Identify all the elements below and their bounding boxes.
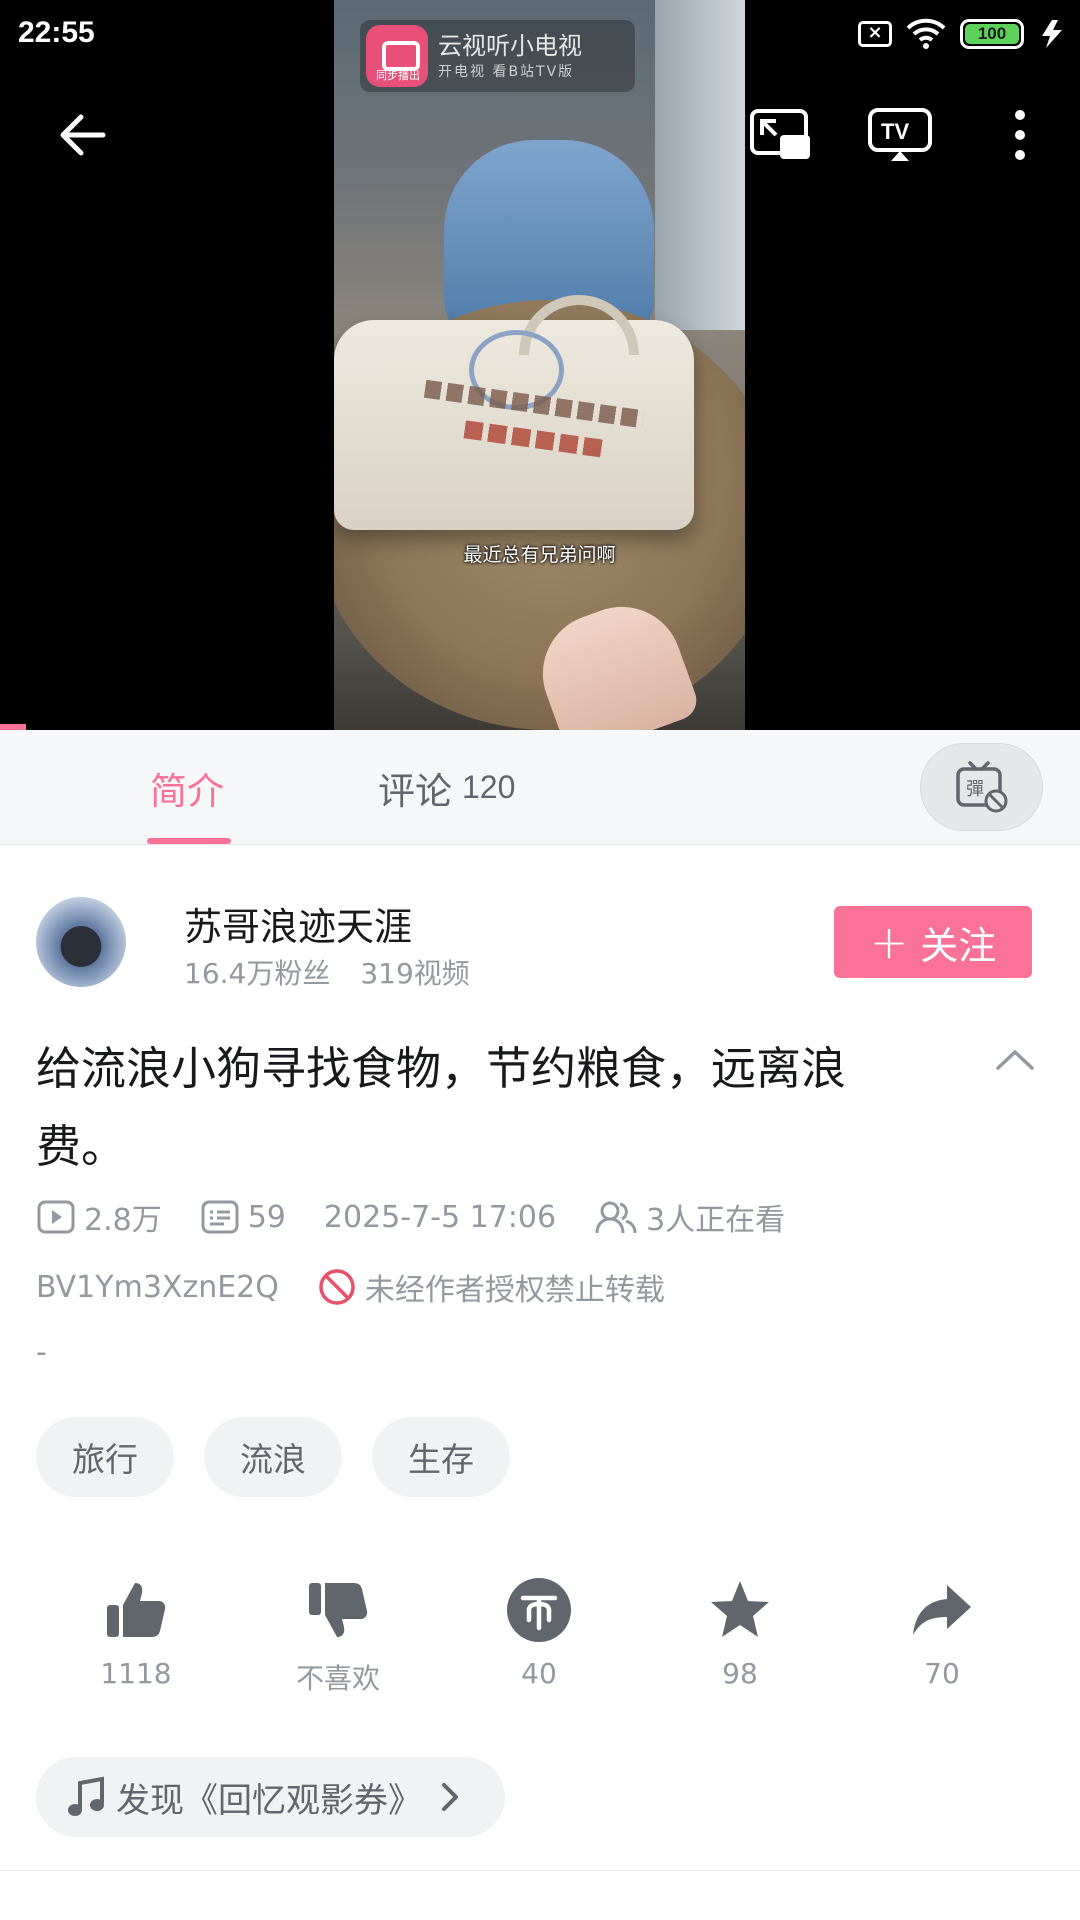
video-player[interactable]: 最近总有兄弟问啊 同步播出 云视听小电视 开电视 看B站TV版 22:55 × … bbox=[0, 0, 1080, 730]
arrow-left-icon bbox=[60, 114, 106, 156]
watching-stat: 3人正在看 bbox=[594, 1195, 785, 1239]
author-fans: 16.4万粉丝 bbox=[184, 957, 331, 990]
no-repost-icon bbox=[319, 1269, 355, 1305]
share-count: 70 bbox=[924, 1657, 960, 1690]
tag-item[interactable]: 生存 bbox=[372, 1417, 510, 1497]
music-note-icon bbox=[68, 1776, 104, 1816]
watching-users-icon bbox=[595, 1201, 637, 1234]
coin-count: 40 bbox=[521, 1657, 557, 1690]
views-count: 2.8万 bbox=[84, 1203, 162, 1238]
picture-in-picture-icon bbox=[750, 109, 810, 159]
publish-date: 2025-7-5 17:06 bbox=[323, 1199, 557, 1235]
pip-button[interactable] bbox=[745, 100, 815, 170]
copyright-notice: 未经作者授权禁止转载 bbox=[317, 1265, 665, 1309]
dislike-button[interactable]: 不喜欢 bbox=[268, 1575, 408, 1697]
video-bvid[interactable]: BV1Ym3XznE2Q bbox=[36, 1270, 279, 1305]
tab-intro[interactable]: 简介 bbox=[150, 730, 224, 845]
thumbs-up-icon bbox=[107, 1583, 166, 1637]
tab-bar: 简介 评论 120 彈 bbox=[0, 730, 1080, 845]
discover-label: 发现《回忆观影券》 bbox=[116, 1780, 422, 1821]
thumbs-down-icon bbox=[309, 1583, 368, 1637]
author-videos: 319视频 bbox=[360, 957, 470, 990]
coin-button[interactable]: 40 bbox=[469, 1575, 609, 1690]
more-vertical-icon bbox=[1015, 110, 1025, 160]
danmaku-off-icon: 彈 bbox=[955, 761, 1007, 813]
like-button[interactable]: 1118 bbox=[66, 1575, 206, 1690]
tab-comments[interactable]: 评论 120 bbox=[378, 730, 515, 845]
danmaku-count-icon bbox=[201, 1200, 239, 1234]
watching-count: 3人正在看 bbox=[646, 1203, 786, 1238]
charging-icon bbox=[1042, 20, 1062, 48]
tv-cast-icon: TV bbox=[868, 108, 932, 161]
like-count: 1118 bbox=[100, 1657, 172, 1690]
battery-icon: 100 bbox=[960, 19, 1024, 49]
video-id-row: BV1Ym3XznE2Q 未经作者授权禁止转载 bbox=[36, 1262, 665, 1312]
danmaku-toggle[interactable]: 彈 bbox=[920, 743, 1043, 831]
video-frame[interactable]: 最近总有兄弟问啊 bbox=[334, 0, 745, 730]
avatar[interactable] bbox=[36, 897, 126, 987]
tag-list: 旅行 流浪 生存 bbox=[36, 1417, 510, 1497]
action-bar: 1118 不喜欢 40 98 70 bbox=[36, 1575, 1044, 1695]
dislike-label: 不喜欢 bbox=[295, 1662, 380, 1695]
tag-item[interactable]: 旅行 bbox=[36, 1417, 174, 1497]
more-button[interactable] bbox=[985, 100, 1055, 170]
share-arrow-icon bbox=[913, 1585, 971, 1635]
tab-comments-label: 评论 bbox=[378, 769, 452, 813]
follow-label: 关注 bbox=[920, 923, 997, 968]
cast-tv-button[interactable]: TV bbox=[865, 100, 935, 170]
views-stat: 2.8万 bbox=[36, 1195, 162, 1239]
author-name[interactable]: 苏哥浪迹天涯 bbox=[184, 896, 412, 951]
no-sim-icon: × bbox=[858, 21, 892, 47]
favorite-count: 98 bbox=[722, 1657, 758, 1690]
status-time: 22:55 bbox=[18, 16, 95, 49]
wifi-icon bbox=[906, 18, 946, 49]
star-icon bbox=[711, 1581, 769, 1637]
chevron-right-icon bbox=[442, 1783, 458, 1811]
share-button[interactable]: 70 bbox=[872, 1575, 1012, 1690]
tag-item[interactable]: 流浪 bbox=[204, 1417, 342, 1497]
collapse-button[interactable] bbox=[990, 1040, 1040, 1080]
video-meta-row: 2.8万 59 2025-7-5 17:06 3人正在看 bbox=[36, 1192, 785, 1242]
coin-icon bbox=[507, 1578, 571, 1642]
svg-text:彈: 彈 bbox=[966, 779, 984, 800]
status-bar: 22:55 × 100 bbox=[0, 0, 1080, 72]
video-subtitle: 最近总有兄弟问啊 bbox=[463, 544, 616, 566]
battery-level: 100 bbox=[965, 24, 1019, 44]
play-count-icon bbox=[37, 1200, 75, 1234]
back-button[interactable] bbox=[48, 100, 118, 170]
author-stats: 16.4万粉丝 319视频 bbox=[184, 952, 470, 992]
video-title: 给流浪小狗寻找食物，节约粮食，远离浪费。 bbox=[36, 1042, 847, 1173]
svg-text:TV: TV bbox=[881, 119, 909, 144]
follow-button[interactable]: + 关注 bbox=[834, 906, 1032, 978]
chevron-up-icon bbox=[996, 1050, 1034, 1070]
tab-underline bbox=[147, 838, 231, 844]
tab-intro-label: 简介 bbox=[150, 769, 224, 813]
comments-count: 120 bbox=[462, 769, 516, 805]
video-description: - bbox=[36, 1335, 47, 1370]
danmaku-count: 59 bbox=[247, 1199, 286, 1235]
plus-icon: + bbox=[869, 915, 909, 969]
favorite-button[interactable]: 98 bbox=[670, 1575, 810, 1690]
discover-banner[interactable]: 发现《回忆观影券》 bbox=[36, 1757, 505, 1837]
copyright-text: 未经作者授权禁止转载 bbox=[364, 1273, 665, 1308]
danmaku-stat: 59 bbox=[200, 1199, 286, 1235]
section-divider bbox=[0, 1870, 1080, 1871]
